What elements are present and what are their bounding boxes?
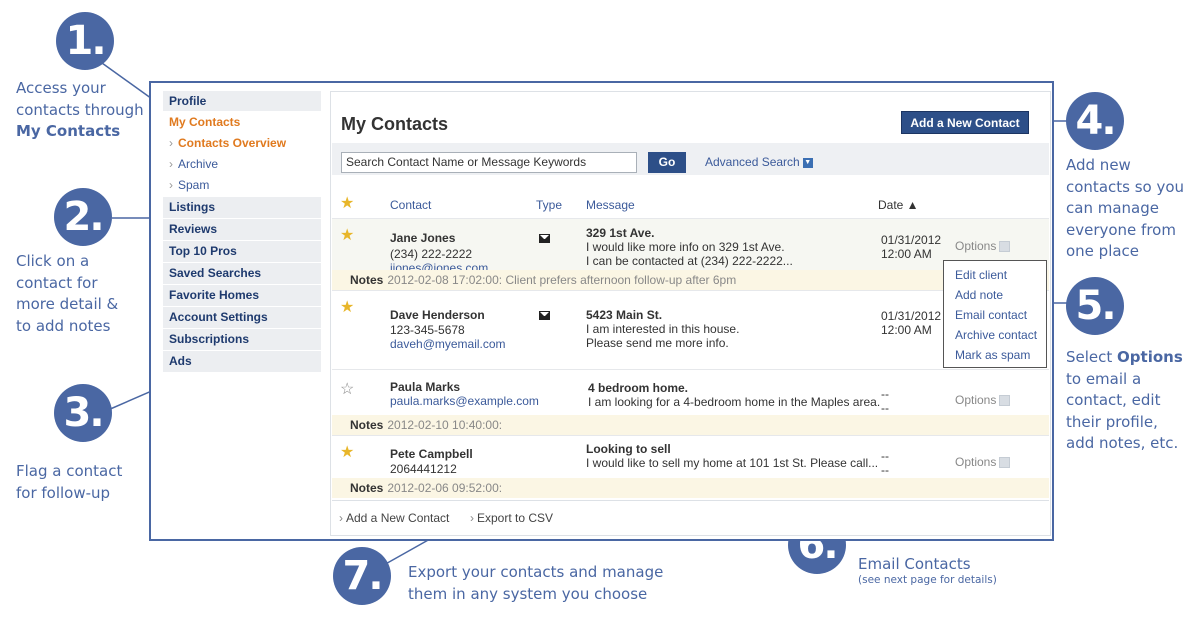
footer-add-contact-link[interactable]: › Add a New Contact	[339, 511, 449, 525]
dropdown-icon	[999, 457, 1011, 469]
menu-item-add-note[interactable]: Add note	[955, 285, 1046, 305]
notes-row: Notes 2012-02-10 10:40:00:	[332, 415, 1049, 435]
message-preview[interactable]: 4 bedroom home. I am looking for a 4-bed…	[588, 381, 888, 409]
contact-email[interactable]: paula.marks@example.com	[390, 394, 539, 408]
contact-details: paula.marks@example.com	[390, 394, 539, 408]
callout-text-2: Click on a contact for more detail & to …	[16, 252, 119, 335]
sidebar-item-subscriptions[interactable]: Subscriptions	[163, 328, 321, 350]
callout-text-4: Add new contacts so you can manage every…	[1066, 156, 1185, 260]
notes-row: Notes 2012-02-06 09:52:00:	[332, 478, 1049, 498]
go-button[interactable]: Go	[648, 152, 686, 173]
callout-number-4: 4.	[1066, 92, 1124, 150]
menu-item-email-contact[interactable]: Email contact	[955, 305, 1046, 325]
callout-number-1: 1.	[56, 12, 114, 70]
menu-item-edit-client[interactable]: Edit client	[955, 265, 1046, 285]
sidebar-item-profile[interactable]: Profile	[163, 91, 321, 112]
star-flag-icon[interactable]: ★	[340, 445, 354, 461]
menu-item-archive-contact[interactable]: Archive contact	[955, 325, 1046, 345]
star-outline-icon[interactable]: ☆	[340, 382, 354, 398]
export-csv-link[interactable]: › Export to CSV	[470, 511, 553, 525]
sidebar-item-saved-searches[interactable]: Saved Searches	[163, 262, 321, 284]
page-title: My Contacts	[341, 114, 449, 134]
contacts-panel: My Contacts Add a New Contact Search Con…	[330, 91, 1051, 536]
callout-number-2: 2.	[54, 188, 112, 246]
footer-divider	[332, 500, 1049, 501]
sidebar-item-ads[interactable]: Ads	[163, 350, 321, 372]
sidebar-item-my-contacts[interactable]: My Contacts	[163, 112, 321, 133]
message-preview[interactable]: 329 1st Ave. I would like more info on 3…	[586, 226, 876, 268]
star-flag-icon[interactable]: ★	[340, 228, 354, 244]
callout-text-7: Export your contacts and manage them in …	[408, 563, 664, 603]
sidebar-subitem-archive[interactable]: › Archive	[163, 154, 321, 175]
search-bar: Search Contact Name or Message Keywords …	[332, 143, 1049, 175]
sidebar-item-top-10-pros[interactable]: Top 10 Pros	[163, 240, 321, 262]
sidebar-item-reviews[interactable]: Reviews	[163, 218, 321, 240]
contact-name[interactable]: Pete Campbell	[390, 447, 473, 461]
dropdown-icon	[999, 241, 1011, 253]
message-date: -- --	[881, 449, 889, 477]
options-dropdown[interactable]: Options	[955, 455, 1011, 469]
column-header-contact[interactable]: Contact	[390, 198, 431, 212]
callout-title-6: Email Contacts	[858, 555, 971, 573]
star-flag-icon[interactable]: ★	[340, 300, 354, 316]
notes-row: Notes 2012-02-08 17:02:00: Client prefers…	[332, 270, 1049, 290]
callout-subtitle-6: (see next page for details)	[858, 574, 997, 586]
callout-number-7: 7.	[333, 547, 391, 605]
callout-text-3: Flag a contact for follow-up	[16, 462, 123, 502]
column-header-type[interactable]: Type	[536, 198, 562, 212]
add-contact-button[interactable]: Add a New Contact	[901, 111, 1029, 134]
column-header-date[interactable]: Date ▲	[878, 198, 919, 212]
star-header-icon: ★	[340, 195, 355, 212]
options-menu: Edit client Add note Email contact Archi…	[943, 260, 1047, 368]
contact-name[interactable]: Paula Marks	[390, 380, 460, 394]
contact-email[interactable]: daveh@myemail.com	[390, 337, 506, 351]
sidebar-subitem-contacts-overview[interactable]: › Contacts Overview	[163, 133, 321, 154]
sidebar-item-account-settings[interactable]: Account Settings	[163, 306, 321, 328]
row-divider	[332, 290, 1049, 291]
dropdown-icon	[999, 395, 1011, 407]
envelope-icon	[539, 311, 550, 320]
callout-text-5: Select Options to email a contact, edit …	[1066, 348, 1183, 452]
row-divider	[332, 435, 1049, 436]
chevron-down-icon: ▼	[802, 157, 813, 168]
callout-number-5: 5.	[1066, 277, 1124, 335]
sidebar: Profile My Contacts › Contacts Overview ›…	[163, 91, 321, 372]
message-preview[interactable]: Looking to sell I would like to sell my …	[586, 442, 886, 470]
message-date: 01/31/2012 12:00 AM	[881, 233, 942, 261]
search-input[interactable]: Search Contact Name or Message Keywords	[341, 152, 637, 173]
contact-name[interactable]: Dave Henderson	[390, 308, 485, 322]
sidebar-item-favorite-homes[interactable]: Favorite Homes	[163, 284, 321, 306]
contact-details: 2064441212	[390, 462, 457, 476]
callout-number-3: 3.	[54, 384, 112, 442]
chevron-right-icon: ›	[339, 511, 343, 525]
options-dropdown[interactable]: Options	[955, 393, 1011, 407]
contact-details: 123-345-5678 daveh@myemail.com	[390, 323, 506, 351]
callout-text-1: Access your contacts through My Contacts	[16, 79, 144, 140]
row-divider	[332, 369, 1049, 370]
message-preview[interactable]: 5423 Main St. I am interested in this ho…	[586, 308, 876, 350]
message-date: -- --	[881, 387, 889, 415]
chevron-right-icon: ›	[169, 157, 173, 171]
chevron-right-icon: ›	[169, 178, 173, 192]
sidebar-item-listings[interactable]: Listings	[163, 196, 321, 218]
menu-item-mark-as-spam[interactable]: Mark as spam	[955, 345, 1046, 365]
options-dropdown[interactable]: Options	[955, 239, 1011, 253]
sidebar-subitem-spam[interactable]: › Spam	[163, 175, 321, 196]
advanced-search-link[interactable]: Advanced Search ▼	[705, 155, 813, 169]
contact-name[interactable]: Jane Jones	[390, 231, 455, 245]
message-date: 01/31/2012 12:00 AM	[881, 309, 942, 337]
app-window: Profile My Contacts › Contacts Overview ›…	[149, 81, 1054, 541]
chevron-right-icon: ›	[169, 136, 173, 150]
envelope-icon	[539, 234, 550, 243]
chevron-right-icon: ›	[470, 511, 474, 525]
column-header-message[interactable]: Message	[586, 198, 635, 212]
